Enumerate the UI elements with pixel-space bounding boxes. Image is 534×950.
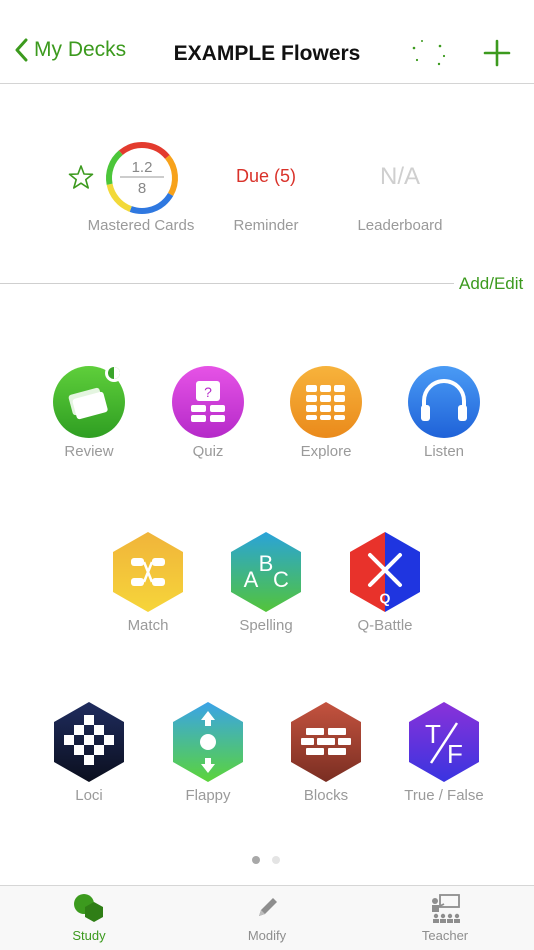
match-app[interactable]: Match: [100, 531, 196, 634]
back-label: My Decks: [34, 38, 127, 61]
explore-app[interactable]: Explore: [278, 365, 374, 460]
spelling-label: Spelling: [239, 617, 293, 634]
add-icon[interactable]: [482, 38, 512, 68]
match-icon: [113, 532, 183, 612]
review-label: Review: [64, 443, 114, 460]
study-icon: [74, 894, 103, 922]
night-mode-icon[interactable]: [408, 36, 448, 70]
loci-app[interactable]: Loci: [41, 701, 137, 804]
quiz-app[interactable]: ? Quiz: [160, 365, 256, 460]
flappy-label: Flappy: [185, 787, 231, 804]
page-title: EXAMPLE Flowers: [173, 42, 361, 65]
svg-text:F: F: [447, 739, 463, 769]
spelling-icon: A B C: [231, 532, 301, 612]
back-button[interactable]: My Decks: [14, 38, 126, 62]
tab-teacher[interactable]: Teacher: [385, 892, 505, 943]
add-edit-button[interactable]: Add/Edit: [459, 274, 523, 294]
page-dot-2[interactable]: [272, 856, 280, 864]
blocks-label: Blocks: [303, 787, 349, 804]
pencil-icon: [259, 898, 277, 916]
truefalse-label: True / False: [404, 787, 484, 804]
due-reminder[interactable]: Due (5): [220, 166, 312, 187]
quiz-icon: ?: [172, 366, 244, 438]
page-indicator: [252, 856, 280, 864]
nav-bar: My Decks EXAMPLE Flowers: [0, 0, 534, 84]
tab-study[interactable]: Study: [29, 892, 149, 943]
star-icon[interactable]: [68, 164, 94, 190]
tab-bar: Study Modify Teacher: [0, 885, 534, 950]
mastered-label: Mastered Cards: [87, 217, 195, 234]
leaderboard-value[interactable]: N/A: [350, 163, 450, 191]
brick-wall-icon: [291, 702, 361, 782]
svg-text:T: T: [425, 719, 441, 749]
tab-modify[interactable]: Modify: [207, 892, 327, 943]
reminder-label: Reminder: [233, 217, 299, 234]
total-count: 8: [137, 180, 147, 197]
deck-stats: 1.2 8 Mastered Cards Due (5) Reminder N/…: [0, 84, 534, 284]
match-label: Match: [127, 617, 169, 634]
spelling-app[interactable]: A B C Spelling: [218, 531, 314, 634]
svg-text:?: ?: [204, 384, 212, 400]
svg-text:A: A: [244, 567, 259, 592]
tab-modify-label: Modify: [247, 928, 287, 943]
mastery-ring[interactable]: [104, 140, 180, 216]
chevron-left-icon: [15, 38, 28, 62]
quiz-label: Quiz: [192, 443, 224, 460]
flappy-icon: [173, 702, 243, 782]
tab-teacher-label: Teacher: [421, 928, 469, 943]
svg-text:Q: Q: [380, 590, 391, 606]
explore-icon: [290, 366, 362, 438]
tab-study-label: Study: [72, 928, 106, 943]
qbattle-label: Q-Battle: [357, 617, 413, 634]
headphones-icon: [408, 366, 480, 438]
blocks-app[interactable]: Blocks: [278, 701, 374, 804]
explore-label: Explore: [300, 443, 352, 460]
divider: [0, 283, 454, 284]
svg-text:B: B: [259, 551, 274, 576]
review-icon: [53, 365, 125, 438]
loci-label: Loci: [75, 787, 103, 804]
listen-app[interactable]: Listen: [396, 365, 492, 460]
truefalse-app[interactable]: T F True / False: [396, 701, 492, 804]
review-app[interactable]: Review: [41, 365, 137, 460]
svg-text:C: C: [273, 567, 289, 592]
flappy-app[interactable]: Flappy: [160, 701, 256, 804]
page-dot-1[interactable]: [252, 856, 260, 864]
teacher-icon: [432, 894, 460, 923]
loci-icon: [54, 702, 124, 782]
true-false-icon: T F: [409, 702, 479, 782]
listen-label: Listen: [423, 443, 465, 460]
mastered-count: 1.2: [131, 159, 153, 176]
leaderboard-label: Leaderboard: [357, 217, 443, 234]
qbattle-app[interactable]: Q Q-Battle: [337, 531, 433, 634]
crossed-swords-icon: Q: [350, 532, 420, 612]
